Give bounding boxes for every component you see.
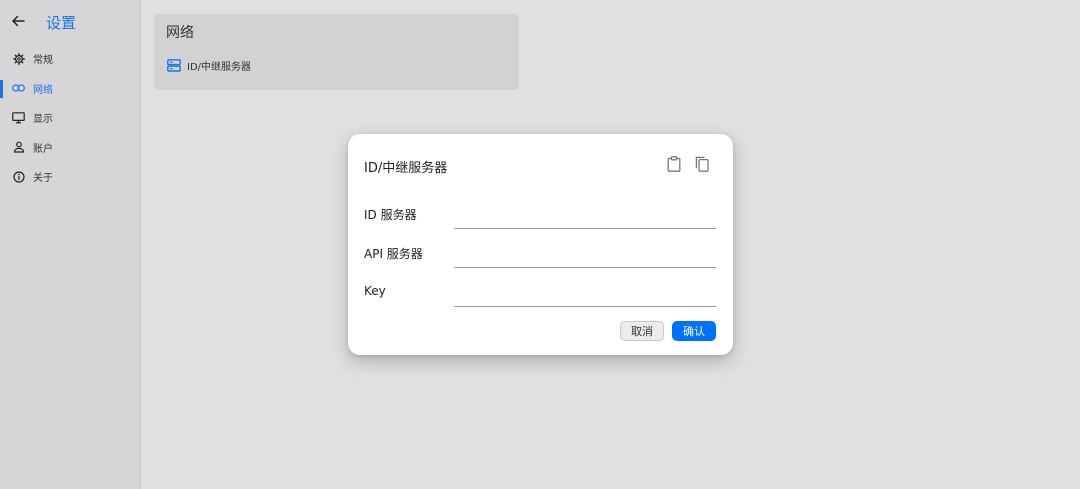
clipboard-icon	[667, 156, 681, 172]
server-icon	[167, 59, 181, 73]
network-card-title: 网络	[166, 25, 194, 41]
sidebar-item-display[interactable]: 显示	[0, 103, 141, 133]
cancel-button[interactable]: 取消	[620, 321, 664, 341]
info-icon	[12, 170, 25, 183]
sidebar-title: 设置	[46, 14, 77, 32]
sidebar-item-label: 网络	[33, 84, 53, 96]
dialog-title: ID/中继服务器	[364, 161, 448, 176]
relay-server-label: ID/中继服务器	[187, 62, 252, 73]
sidebar: 设置 常规 网络 显示 账户 关于	[0, 0, 141, 489]
sidebar-nav: 常规 网络 显示 账户 关于	[0, 44, 141, 192]
link-icon	[12, 82, 25, 95]
sidebar-item-label: 常规	[33, 55, 53, 67]
api-server-input[interactable]	[454, 246, 716, 268]
monitor-icon	[12, 111, 25, 124]
sidebar-item-label: 关于	[33, 173, 53, 185]
sidebar-item-label: 显示	[33, 114, 53, 126]
id-server-label: ID 服务器	[364, 208, 417, 222]
sidebar-item-account[interactable]: 账户	[0, 133, 141, 163]
relay-server-item[interactable]: ID/中继服务器	[167, 58, 251, 73]
key-label: Key	[364, 284, 386, 298]
key-input[interactable]	[454, 285, 716, 307]
sidebar-item-network[interactable]: 网络	[0, 74, 141, 104]
sidebar-item-label: 账户	[33, 143, 53, 155]
api-server-label: API 服务器	[364, 247, 423, 261]
sidebar-item-about[interactable]: 关于	[0, 162, 141, 192]
id-server-input[interactable]	[454, 207, 716, 229]
confirm-button[interactable]: 确认	[672, 321, 716, 341]
copy-icon	[695, 156, 709, 172]
back-button[interactable]	[8, 11, 28, 31]
sidebar-header: 设置	[0, 0, 141, 44]
copy-button[interactable]	[693, 155, 711, 173]
person-icon	[12, 141, 25, 154]
arrow-left-icon	[12, 15, 25, 27]
gear-icon	[12, 52, 25, 65]
sidebar-item-general[interactable]: 常规	[0, 44, 141, 74]
network-card: 网络 ID/中继服务器	[155, 14, 518, 88]
relay-server-dialog: ID/中继服务器 ID 服务器 API 服务器 Key 取消 确认	[348, 134, 733, 355]
paste-button[interactable]	[665, 155, 683, 173]
